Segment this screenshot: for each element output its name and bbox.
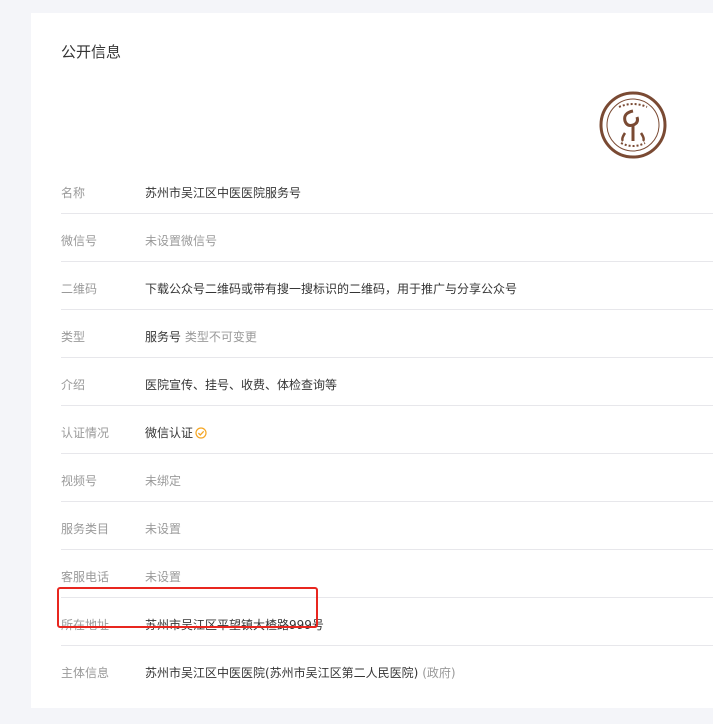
type-note: 类型不可变更	[184, 330, 257, 344]
info-row-verification: 认证情况 微信认证	[61, 406, 713, 454]
info-row-service-category: 服务类目 未设置	[61, 502, 713, 550]
row-value: 未绑定	[145, 474, 182, 488]
row-value: 微信认证	[145, 424, 207, 441]
page-title: 公开信息	[61, 43, 122, 61]
row-label: 类型	[61, 330, 86, 344]
row-label: 名称	[61, 186, 86, 200]
row-label: 认证情况	[61, 426, 110, 440]
row-label: 服务类目	[61, 522, 110, 536]
row-value: 未设置微信号	[145, 234, 218, 248]
info-row-type: 类型 服务号 类型不可变更	[61, 310, 713, 358]
row-value: 未设置	[145, 522, 182, 536]
info-row-wechat-id: 微信号 未设置微信号	[61, 214, 713, 262]
type-value: 服务号	[145, 330, 182, 344]
row-value: 苏州市吴江区中医医院服务号	[145, 186, 302, 200]
info-row-entity: 主体信息 苏州市吴江区中医医院(苏州市吴江区第二人民医院) (政府)	[61, 646, 713, 693]
row-value: 未设置	[145, 570, 182, 584]
row-label: 视频号	[61, 474, 98, 488]
verification-text: 微信认证	[145, 426, 194, 440]
entity-type: (政府)	[422, 666, 456, 680]
row-value: 服务号 类型不可变更	[145, 328, 257, 345]
row-label: 介绍	[61, 378, 86, 392]
row-value: 苏州市吴江区中医医院(苏州市吴江区第二人民医院) (政府)	[145, 664, 456, 681]
hospital-logo-avatar	[599, 91, 667, 159]
info-row-name: 名称 苏州市吴江区中医医院服务号	[61, 166, 713, 214]
entity-name: 苏州市吴江区中医医院(苏州市吴江区第二人民医院)	[145, 666, 419, 680]
row-label: 客服电话	[61, 570, 110, 584]
info-row-intro: 介绍 医院宣传、挂号、收费、体检查询等	[61, 358, 713, 406]
info-row-qrcode: 二维码 下载公众号二维码或带有搜一搜标识的二维码，用于推广与分享公众号	[61, 262, 713, 310]
info-row-channels: 视频号 未绑定	[61, 454, 713, 502]
row-label: 微信号	[61, 234, 98, 248]
qrcode-download-link[interactable]: 下载公众号二维码或带有搜一搜标识的二维码，用于推广与分享公众号	[145, 280, 517, 297]
verified-check-icon	[195, 427, 207, 439]
row-label: 主体信息	[61, 666, 110, 680]
row-label: 二维码	[61, 282, 98, 296]
address-highlight-box	[57, 587, 318, 628]
row-value: 医院宣传、挂号、收费、体检查询等	[145, 378, 338, 392]
